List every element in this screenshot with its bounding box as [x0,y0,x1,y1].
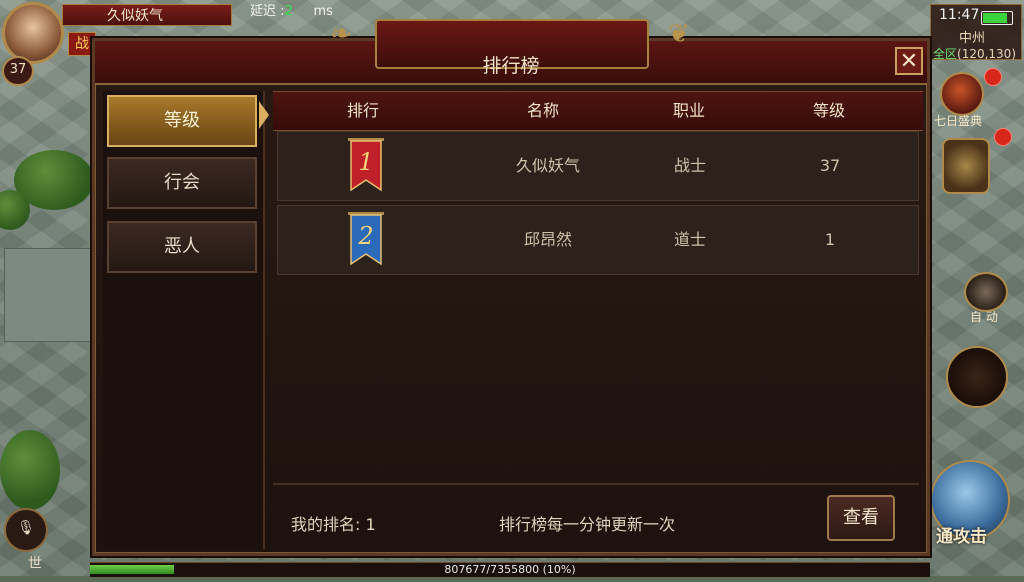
experience-text: 807677/7355800 (10%) [444,563,576,576]
seven-day-icon[interactable] [940,72,984,116]
auto-icon[interactable] [964,272,1008,312]
category-sidebar: 等级 行会 恶人 [103,91,265,549]
table-row[interactable]: 1 久似妖气 战士 37 [277,131,919,201]
mic-icon[interactable]: 🎙世 [4,508,48,572]
auto-label: 自 动 [970,310,998,324]
dragon-ornament-icon: ❦ [668,19,690,49]
latency-value: 2 [284,4,293,19]
tab-level[interactable]: 等级 [107,95,257,147]
my-rank-text: 我的排名: 1 [291,515,376,534]
map-coordinates: 全区(120,130) [933,45,1016,62]
world-chat-label: 世 [28,556,42,572]
player-name-cell: 邱昂然 [523,230,572,249]
tab-guild[interactable]: 行会 [107,157,257,209]
column-header-level: 等级 [812,101,845,120]
coords-value: (120,130) [957,47,1017,61]
player-level-cell: 1 [824,230,836,249]
notification-dot [994,128,1012,146]
rank-flag-icon: 1 [348,138,384,192]
latency-label: 延迟 : [250,4,285,19]
view-button[interactable]: 查看 [827,495,895,541]
player-level-badge: 37 [2,56,34,86]
ranking-table: 排行 名称 职业 等级 1 久似妖气 战士 37 2 邱昂然 道士 1 [273,91,923,477]
experience-bar: 807677/7355800 (10%) [90,562,930,577]
rank-number: 2 [357,222,373,250]
table-header: 排行 名称 职业 等级 [273,91,923,131]
column-header-class: 职业 [672,101,705,120]
map-name: 中州 [959,31,986,46]
update-note: 排行榜每一分钟更新一次 [499,515,676,534]
table-row[interactable]: 2 邱昂然 道士 1 [277,205,919,275]
leaderboard-modal: ❧ ❦ 排行榜 ✕ 等级 行会 恶人 排行 名称 职业 等级 1 久似妖气 战士… [92,19,930,556]
close-icon[interactable]: ✕ [895,47,923,75]
stone-wall [4,248,94,342]
zone-label: 全区 [933,47,958,61]
footer-divider [273,483,919,485]
treasure-box-icon[interactable] [942,138,990,194]
player-name-cell: 久似妖气 [515,156,580,175]
rank-number: 1 [358,148,373,176]
player-class-cell: 战士 [673,156,706,175]
attack-label: 通攻击 [936,527,987,547]
modal-title-bar: ❧ ❦ 排行榜 ✕ [95,19,927,85]
player-class-cell: 道士 [673,230,706,249]
player-level-cell: 37 [819,156,841,175]
dragon-ornament-icon: ❧ [330,19,352,49]
notification-dot [984,68,1002,86]
player-name: 久似妖气 [62,4,232,26]
bush [0,430,60,510]
tab-villain[interactable]: 恶人 [107,221,257,273]
status-box[interactable]: 11:47 中州 全区(120,130) [930,4,1022,62]
seven-day-label: 七日盛典 [934,114,983,128]
column-header-rank: 排行 [346,101,379,120]
skill-slot[interactable] [946,346,1008,408]
column-header-name: 名称 [526,101,559,120]
active-tab-arrow-icon [259,101,269,129]
modal-title: 排行榜 [482,55,540,77]
rank-flag-icon: 2 [348,212,384,266]
clock-time: 11:47 [939,7,980,23]
battery-icon [981,11,1013,25]
player-avatar[interactable] [2,2,64,64]
